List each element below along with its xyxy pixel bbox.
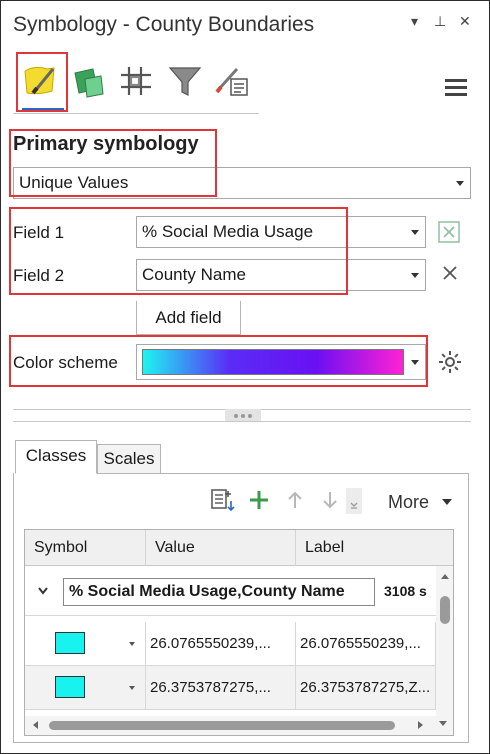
symbol-cell[interactable] — [25, 622, 146, 665]
classes-table: Symbol Value Label % Social Media Usage,… — [24, 529, 454, 736]
scroll-down-icon[interactable] — [439, 721, 447, 726]
label-brush-icon[interactable] — [215, 63, 255, 103]
label-cell[interactable]: 26.3753787275,Z... — [296, 666, 436, 709]
label-cell[interactable]: 26.0765550239,... — [296, 622, 436, 665]
group-row: % Social Media Usage,County Name 3108 s — [25, 566, 436, 616]
tab-row-divider — [13, 113, 259, 114]
add-all-values-icon[interactable] — [210, 487, 236, 513]
table-row[interactable]: 26.0765550239,... 26.0765550239,... — [25, 622, 436, 666]
remove-field2-icon[interactable] — [441, 264, 459, 282]
table-row[interactable]: 26.3753787275,... 26.3753787275,Z... — [25, 666, 436, 710]
horizontal-scroll-thumb[interactable] — [49, 721, 395, 730]
highlight-color-scheme — [9, 335, 428, 387]
symbol-swatch[interactable] — [55, 676, 85, 698]
close-icon[interactable]: ✕ — [459, 13, 471, 30]
tab-classes[interactable]: Classes — [15, 440, 97, 474]
pane-options-dropdown[interactable]: ▾ — [411, 13, 418, 30]
gear-icon[interactable] — [438, 350, 462, 374]
group-count: 3108 s — [384, 583, 427, 599]
scroll-right-icon[interactable] — [418, 721, 423, 729]
group-heading-field[interactable]: % Social Media Usage,County Name — [63, 578, 375, 606]
collapse-chevron-icon[interactable] — [37, 584, 49, 596]
pin-icon[interactable]: ⊥ — [434, 13, 446, 30]
add-value-icon[interactable] — [248, 489, 270, 511]
move-up-icon[interactable] — [286, 490, 304, 510]
symbol-layer-drawing-icon[interactable] — [119, 63, 159, 103]
more-label: More — [388, 492, 430, 512]
value-cell[interactable]: 26.3753787275,... — [146, 666, 296, 709]
pane-title: Symbology - County Boundaries — [13, 13, 315, 36]
highlight-primary-symbology — [9, 129, 217, 197]
highlight-fields — [9, 207, 348, 295]
tab-scales[interactable]: Scales — [97, 444, 161, 474]
more-menu[interactable]: More — [388, 492, 429, 513]
filter-icon[interactable] — [167, 63, 207, 103]
vary-symbology-icon[interactable] — [71, 63, 111, 103]
col-header-label[interactable]: Label — [296, 530, 436, 566]
splitter-line-bottom — [13, 421, 471, 422]
move-down-icon[interactable] — [321, 490, 339, 510]
highlight-primary-tab — [16, 52, 68, 112]
hamburger-menu-icon[interactable] — [445, 79, 467, 97]
symbol-cell[interactable] — [25, 666, 146, 709]
add-field-button[interactable]: Add field — [136, 301, 241, 335]
chevron-down-icon — [411, 230, 419, 235]
horizontal-scrollbar[interactable] — [25, 716, 453, 735]
move-menu-icon[interactable] — [346, 488, 362, 514]
more-chevron-down-icon[interactable] — [442, 499, 452, 505]
col-header-value[interactable]: Value — [146, 530, 296, 566]
chevron-down-icon[interactable] — [129, 686, 135, 690]
clear-field1-icon[interactable] — [438, 221, 460, 243]
vertical-scroll-thumb[interactable] — [440, 596, 450, 624]
scroll-up-icon[interactable] — [441, 574, 449, 579]
scroll-corner — [436, 530, 453, 566]
splitter-grip[interactable] — [225, 409, 261, 421]
symbol-swatch[interactable] — [55, 632, 85, 654]
col-header-symbol[interactable]: Symbol — [25, 530, 146, 566]
value-cell[interactable]: 26.0765550239,... — [146, 622, 296, 665]
vertical-scrollbar[interactable] — [436, 566, 453, 718]
symbology-pane: Symbology - County Boundaries ▾ ⊥ ✕ Prim… — [0, 0, 490, 754]
chevron-down-icon[interactable] — [129, 642, 135, 646]
chevron-down-icon — [411, 273, 419, 278]
chevron-down-icon — [456, 181, 464, 186]
scroll-left-icon[interactable] — [33, 721, 38, 729]
